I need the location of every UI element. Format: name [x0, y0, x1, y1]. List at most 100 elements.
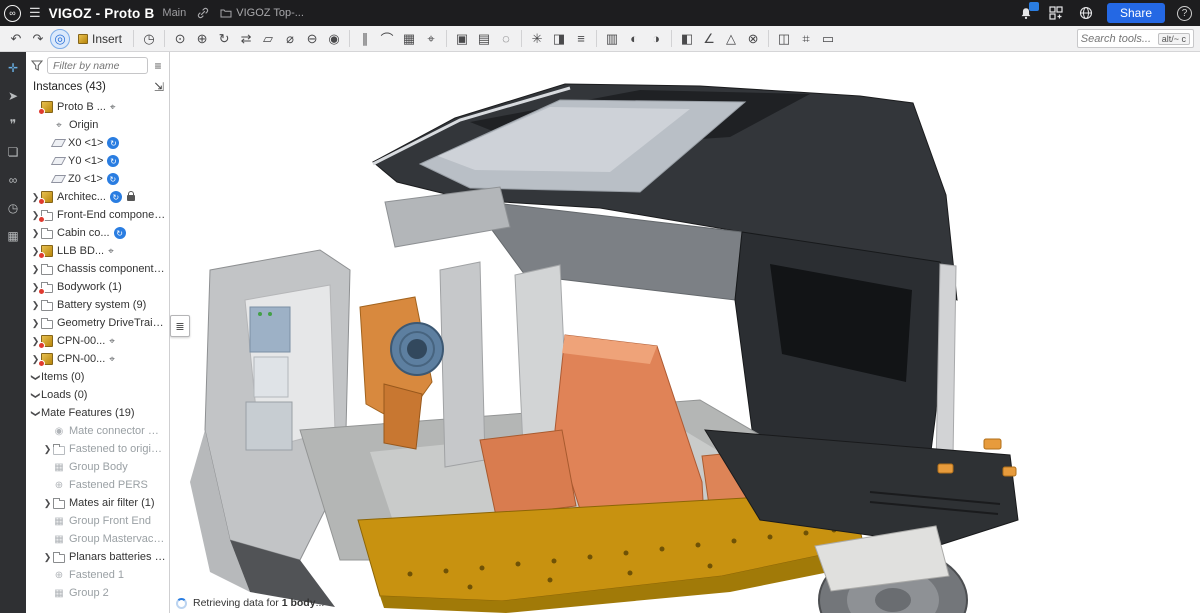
insert-to-assembly-icon[interactable]: ⇲ — [154, 80, 164, 94]
tree-item[interactable]: ❯Planars batteries (6) — [26, 548, 169, 566]
select-tool-icon[interactable]: ➤ — [4, 87, 22, 105]
tree-item[interactable]: ❯Architec...↻ — [26, 188, 169, 206]
tree-item[interactable]: ❯LLB BD...⌖ — [26, 242, 169, 260]
panel-toggle-button[interactable]: ≣ — [170, 315, 190, 337]
mate-connector-flag-icon[interactable]: ⌖ — [109, 336, 115, 347]
undo-icon[interactable]: ↶ — [6, 29, 26, 49]
group-icon[interactable]: ▦ — [399, 29, 419, 49]
mate-connector-flag-icon[interactable]: ⌖ — [110, 102, 116, 113]
tree-item[interactable]: ❯X0 <1>↻ — [26, 134, 169, 152]
expand-chevron-icon[interactable]: ❯ — [30, 228, 41, 239]
mate-connector-icon[interactable]: ⌖ — [421, 29, 441, 49]
linear-pattern-icon[interactable]: ▤ — [474, 29, 494, 49]
expand-chevron-icon[interactable]: ❯ — [30, 300, 41, 311]
mate-connector-flag-icon[interactable]: ⌖ — [109, 354, 115, 365]
tree-item[interactable]: ❯Cabin co...↻ — [26, 224, 169, 242]
document-tab[interactable]: VIGOZ Top-... — [220, 7, 304, 19]
tree-item[interactable]: ❯Mate Features (19) — [26, 404, 169, 422]
update-available-icon[interactable]: ↻ — [107, 173, 119, 185]
expand-chevron-icon[interactable]: ❯ — [42, 444, 53, 455]
named-positions-icon[interactable]: ≡ — [571, 29, 591, 49]
drawing-icon[interactable]: ▭ — [818, 29, 838, 49]
tree-item[interactable]: ❯▦Group Body — [26, 458, 169, 476]
insert-button[interactable]: Insert — [72, 29, 128, 49]
expand-chevron-icon[interactable]: ❯ — [42, 498, 53, 509]
share-button[interactable]: Share — [1107, 3, 1165, 23]
link-icon[interactable] — [194, 4, 212, 22]
tree-item[interactable]: ❯⊕Fastened PERS — [26, 476, 169, 494]
planar-icon[interactable]: ▱ — [258, 29, 278, 49]
main-menu-icon[interactable]: ☰ — [29, 5, 41, 21]
explode-icon[interactable]: ✳ — [527, 29, 547, 49]
snapshot-icon[interactable]: ◨ — [549, 29, 569, 49]
sheet-metal-icon[interactable]: ◫ — [774, 29, 794, 49]
link-panel-icon[interactable]: ∞ — [4, 171, 22, 189]
circular-pattern-icon[interactable]: ◌ — [496, 29, 516, 49]
sync-context-icon[interactable]: ◎ — [50, 29, 70, 49]
mass-properties-icon[interactable]: △ — [721, 29, 741, 49]
history-panel-icon[interactable]: ◷ — [4, 199, 22, 217]
move-tool-icon[interactable]: ✛ — [4, 59, 22, 77]
tree-item[interactable]: ❯Proto B ...⌖ — [26, 98, 169, 116]
comments-panel-icon[interactable]: ❞ — [4, 115, 22, 133]
apps-icon[interactable] — [1047, 4, 1065, 22]
expand-chevron-icon[interactable]: ❯ — [30, 372, 41, 383]
notifications-bell-icon[interactable] — [1017, 4, 1035, 22]
expand-chevron-icon[interactable]: ❯ — [30, 408, 41, 419]
update-available-icon[interactable]: ↻ — [114, 227, 126, 239]
expand-chevron-icon[interactable]: ❯ — [30, 264, 41, 275]
ball-icon[interactable]: ◉ — [324, 29, 344, 49]
tree-item[interactable]: ❯◉Mate connector Ori... — [26, 422, 169, 440]
display-states-icon[interactable]: ◑ — [646, 29, 666, 49]
tree-item[interactable]: ❯⊕Fastened 1 — [26, 566, 169, 584]
update-available-icon[interactable]: ↻ — [110, 191, 122, 203]
update-available-icon[interactable]: ↻ — [107, 155, 119, 167]
search-tools-input[interactable] — [1081, 33, 1155, 45]
slider-icon[interactable]: ⇄ — [236, 29, 256, 49]
tree-item[interactable]: ❯▦Group Mastervac, ... — [26, 530, 169, 548]
globe-icon[interactable] — [1077, 4, 1095, 22]
frame-icon[interactable]: ⌗ — [796, 29, 816, 49]
expand-chevron-icon[interactable]: ❯ — [30, 318, 41, 329]
bom-table-icon[interactable]: ▥ — [602, 29, 622, 49]
tree-item[interactable]: ❯Z0 <1>↻ — [26, 170, 169, 188]
update-available-icon[interactable]: ↻ — [107, 137, 119, 149]
redo-icon[interactable]: ↷ — [28, 29, 48, 49]
tree-item[interactable]: ❯CPN-00...⌖ — [26, 350, 169, 368]
tree-item[interactable]: ❯Geometry DriveTrains ... — [26, 314, 169, 332]
tree-item[interactable]: ❯⌖Origin — [26, 116, 169, 134]
filter-funnel-icon[interactable] — [30, 60, 44, 71]
revolute-icon[interactable]: ↻ — [214, 29, 234, 49]
tree-item[interactable]: ❯▦Group 2 — [26, 584, 169, 602]
tree-item[interactable]: ❯Battery system (9) — [26, 296, 169, 314]
tree-item[interactable]: ❯Mates air filter (1) — [26, 494, 169, 512]
cylindrical-icon[interactable]: ⌀ — [280, 29, 300, 49]
tree-item[interactable]: ❯Fastened to origin (... — [26, 440, 169, 458]
mate-connector-flag-icon[interactable]: ⌖ — [108, 246, 114, 257]
tree-item[interactable]: ❯▦Group Front End — [26, 512, 169, 530]
mate-icon[interactable]: ⊙ — [170, 29, 190, 49]
pin-slot-icon[interactable]: ⊖ — [302, 29, 322, 49]
tree-item[interactable]: ❯Items (0) — [26, 368, 169, 386]
tree-item[interactable]: ❯Loads (0) — [26, 386, 169, 404]
interference-icon[interactable]: ⊗ — [743, 29, 763, 49]
workspace-label[interactable]: Main — [162, 7, 186, 19]
measure-icon[interactable]: ∠ — [699, 29, 719, 49]
tangent-icon[interactable]: ⌒ — [377, 29, 397, 49]
section-view-icon[interactable]: ◧ — [677, 29, 697, 49]
lock-icon[interactable] — [127, 195, 135, 201]
tree-item[interactable]: ❯CPN-00...⌖ — [26, 332, 169, 350]
tree-item[interactable]: ❯Chassis components (5) — [26, 260, 169, 278]
bom-panel-icon[interactable]: ▦ — [4, 227, 22, 245]
expand-chevron-icon[interactable]: ❯ — [42, 552, 53, 563]
tree-item[interactable]: ❯Front-End component... — [26, 206, 169, 224]
help-icon[interactable] — [1177, 6, 1192, 21]
list-options-icon[interactable]: ≡ — [151, 59, 165, 73]
3d-viewport[interactable]: ≣ Retrieving data for 1 body... — [170, 52, 1200, 613]
notes-panel-icon[interactable]: ❏ — [4, 143, 22, 161]
filter-input[interactable] — [47, 57, 148, 74]
parallel-icon[interactable]: ∥ — [355, 29, 375, 49]
versions-icon[interactable]: ◷ — [139, 29, 159, 49]
expand-chevron-icon[interactable]: ❯ — [30, 390, 41, 401]
tree-item[interactable]: ❯Bodywork (1) — [26, 278, 169, 296]
